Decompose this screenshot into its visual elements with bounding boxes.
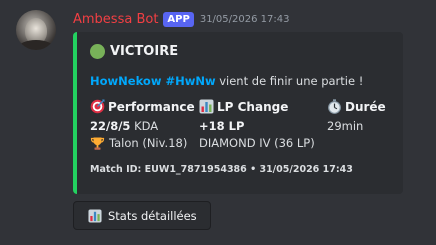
detailed-stats-label: Stats détaillées: [108, 208, 197, 223]
author-name[interactable]: Ambessa Bot: [73, 12, 158, 27]
field-duration-name: Durée: [345, 99, 386, 114]
description-text: vient de finir une partie !: [215, 74, 364, 88]
embed-title: VICTOIRE: [90, 44, 178, 59]
embed-footer: Match ID: EUW1_7871954386 • 31/05/2026 1…: [90, 164, 353, 175]
detailed-stats-button[interactable]: Stats détaillées: [73, 201, 211, 230]
field-lp-name: LP Change: [217, 99, 289, 114]
message-header: Ambessa Bot APP 31/05/2026 17:43: [73, 10, 289, 28]
lp-delta: +18 LP: [199, 119, 245, 133]
field-lp-change: LP Change +18 LP DIAMOND IV (36 LP): [199, 98, 315, 151]
embed-description: HowNekow #HwNw vient de finir une partie…: [90, 74, 363, 88]
stopwatch-icon: [327, 99, 342, 114]
avatar-shoulders: [18, 40, 54, 50]
bot-avatar[interactable]: [16, 10, 56, 50]
green-circle-icon: [90, 44, 105, 59]
message-timestamp: 31/05/2026 17:43: [199, 13, 290, 25]
kda-label: KDA: [130, 119, 159, 133]
bar-chart-icon: [199, 99, 214, 114]
champion-level: Talon (Niv.18): [109, 136, 188, 150]
field-duration: Durée 29min: [327, 98, 386, 134]
match-embed: VICTOIRE HowNekow #HwNw vient de finir u…: [73, 32, 403, 194]
rank-value: DIAMOND IV (36 LP): [199, 136, 315, 150]
trophy-icon: [90, 136, 105, 151]
app-badge: APP: [163, 11, 194, 27]
bar-chart-icon: [87, 208, 102, 223]
duration-value: 29min: [327, 119, 364, 133]
field-performance: Performance 22/8/5 KDA Talon (Niv.18): [90, 98, 195, 151]
embed-title-text: VICTOIRE: [110, 44, 179, 59]
field-performance-name: Performance: [108, 99, 195, 114]
player-name: HowNekow #HwNw: [90, 74, 216, 88]
kda-value: 22/8/5: [90, 119, 131, 133]
target-icon: [90, 99, 105, 114]
